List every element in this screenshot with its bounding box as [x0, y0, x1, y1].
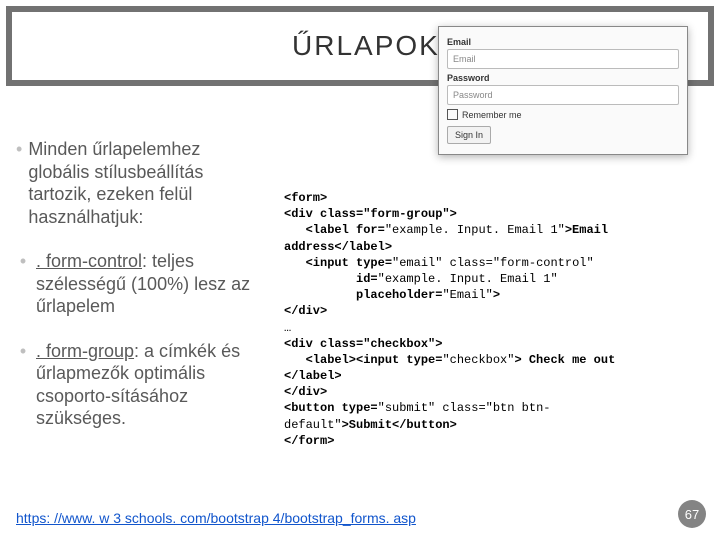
checkbox-icon [447, 109, 458, 120]
code-block: <form> <div class="form-group"> <label f… [284, 190, 696, 449]
sub1-code: . form-control [36, 251, 142, 271]
preview-remember-row: Remember me [447, 109, 679, 120]
sub-bullet-2: • . form-group: a címkék és űrlapmezők o… [16, 340, 264, 430]
preview-remember-label: Remember me [462, 110, 522, 120]
form-preview: Email Email Password Password Remember m… [438, 26, 688, 155]
preview-email-field: Email [447, 49, 679, 69]
footer-link[interactable]: https: //www. w 3 schools. com/bootstrap… [16, 510, 416, 526]
sub2-text: . form-group: a címkék és űrlapmezők opt… [36, 340, 264, 430]
preview-email-label: Email [447, 37, 679, 47]
page-number: 67 [678, 500, 706, 528]
bullet-intro: • Minden űrlapelemhez globális stílusbeá… [16, 138, 264, 228]
sub1-text: . form-control: teljes szélességű (100%)… [36, 250, 264, 318]
intro-text: Minden űrlapelemhez globális stílusbeáll… [28, 138, 264, 228]
bullet-icon: • [16, 340, 30, 430]
sub2-code: . form-group [36, 341, 134, 361]
bullet-icon: • [16, 250, 30, 318]
slide: ŰRLAPOK Email Email Password Password Re… [0, 0, 720, 540]
sub-bullet-1: • . form-control: teljes szélességű (100… [16, 250, 264, 318]
bullet-icon: • [16, 138, 22, 228]
left-column: • Minden űrlapelemhez globális stílusbeá… [16, 138, 264, 452]
preview-password-label: Password [447, 73, 679, 83]
preview-signin-button: Sign In [447, 126, 491, 144]
slide-title: ŰRLAPOK [292, 30, 440, 62]
preview-password-field: Password [447, 85, 679, 105]
